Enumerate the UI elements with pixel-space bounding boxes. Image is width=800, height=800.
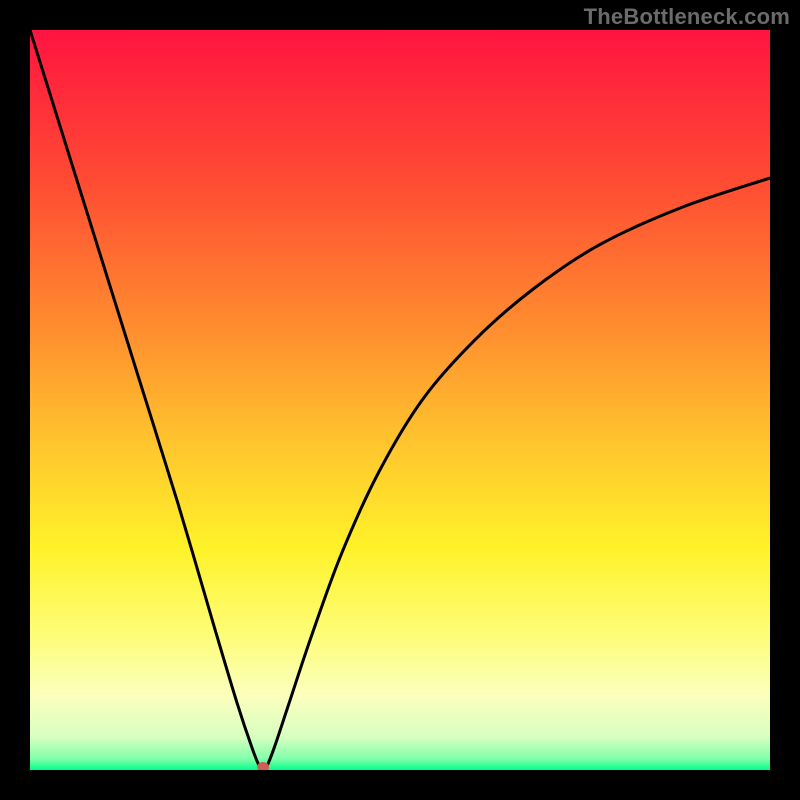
watermark-text: TheBottleneck.com: [584, 4, 790, 30]
plot-area: [30, 30, 770, 770]
gradient-background: [30, 30, 770, 770]
chart-frame: TheBottleneck.com: [0, 0, 800, 800]
chart-svg: [30, 30, 770, 770]
